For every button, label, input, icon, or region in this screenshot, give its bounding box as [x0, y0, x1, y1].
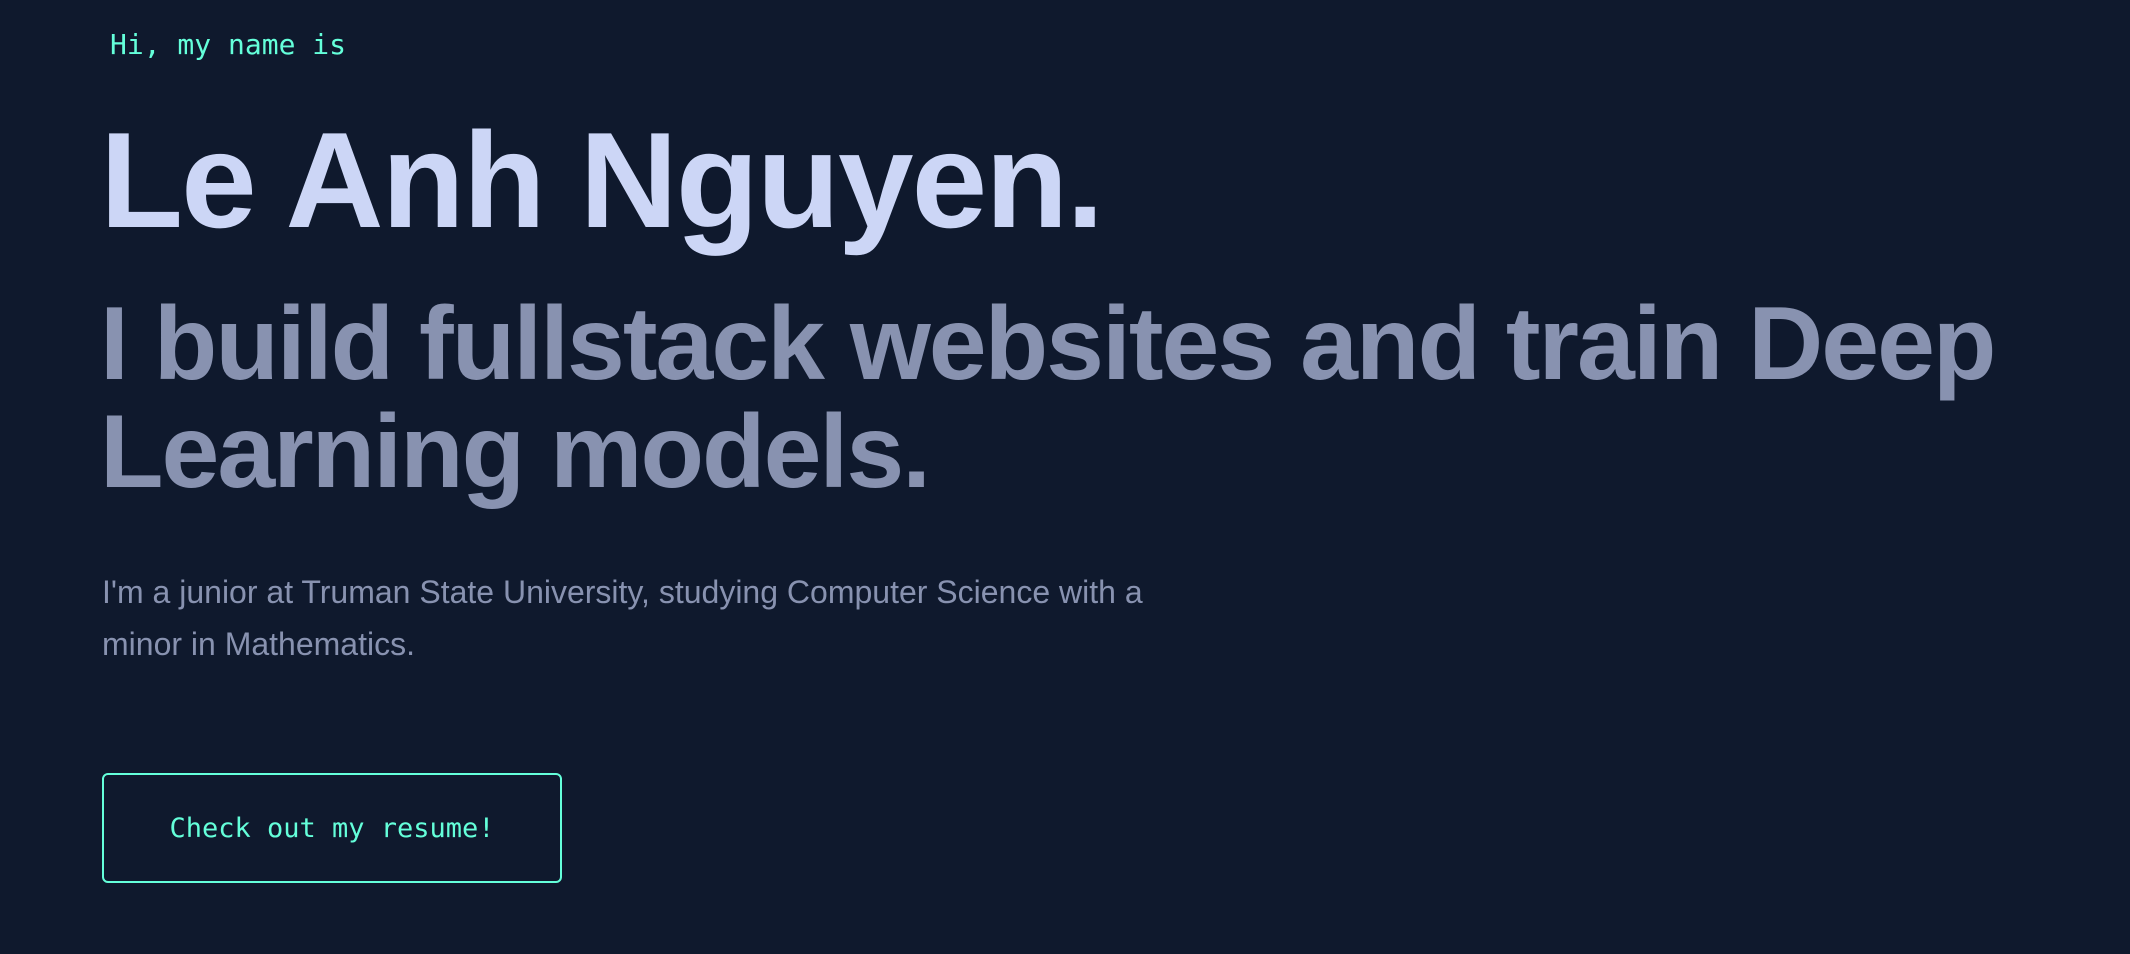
- greeting-text: Hi, my name is: [110, 28, 347, 61]
- description-text: I'm a junior at Truman State University,…: [102, 574, 1143, 662]
- tagline-heading: I build fullstack websites and train Dee…: [100, 286, 1996, 510]
- name-heading: Le Anh Nguyen.: [100, 104, 1104, 256]
- resume-button[interactable]: Check out my resume!: [102, 773, 562, 883]
